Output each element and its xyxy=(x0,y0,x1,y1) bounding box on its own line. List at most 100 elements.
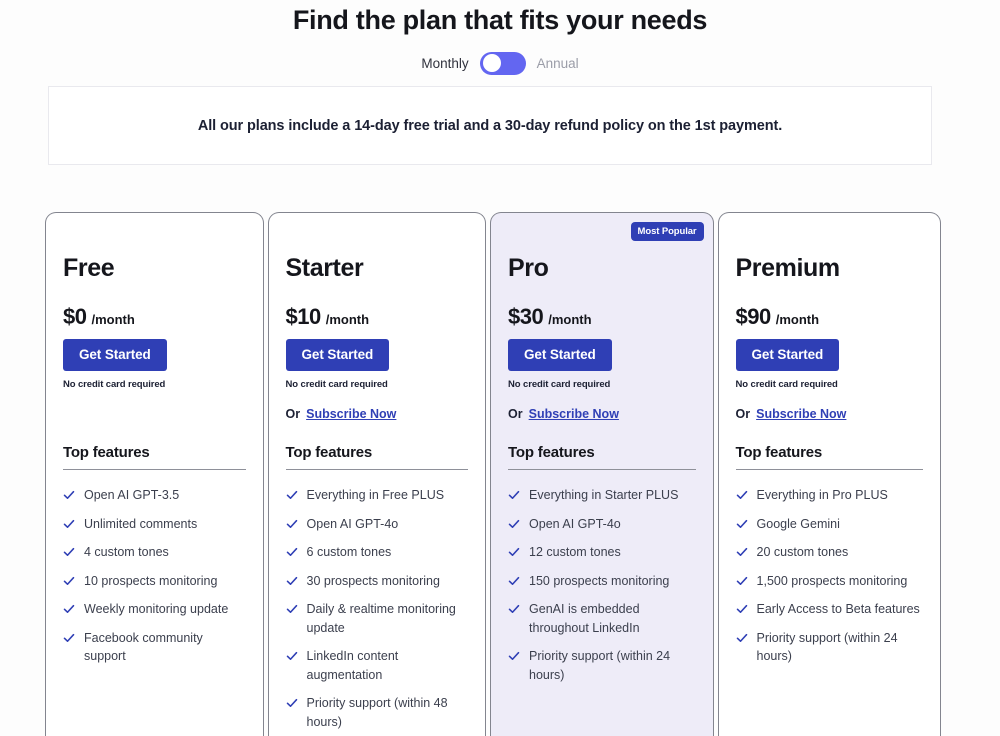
check-icon xyxy=(286,515,298,533)
top-features-heading: Top features xyxy=(285,444,469,470)
billing-annual-label[interactable]: Annual xyxy=(537,56,579,71)
check-icon xyxy=(736,486,748,504)
feature-item: 4 custom tones xyxy=(63,543,246,562)
plan-name: Pro xyxy=(508,254,549,282)
check-icon xyxy=(63,486,75,504)
plan-name: Free xyxy=(63,254,115,282)
feature-item: Priority support (within 24 hours) xyxy=(736,629,923,666)
plan-name: Starter xyxy=(285,254,364,282)
feature-label: Everything in Pro PLUS xyxy=(756,488,888,502)
feature-list: Open AI GPT-3.5 Unlimited comments 4 custo… xyxy=(63,486,246,666)
billing-toggle-knob xyxy=(482,54,501,72)
feature-item: 12 custom tones xyxy=(508,543,695,562)
feature-item: Open AI GPT-4o xyxy=(508,515,695,534)
subscribe-now-link[interactable]: Subscribe Now xyxy=(306,407,396,421)
subscribe-row: Or Subscribe Now xyxy=(508,407,695,423)
plan-price-row: $90/month xyxy=(736,304,923,330)
check-icon xyxy=(286,543,298,561)
pricing-card: Premium $90/month Get Started No credit car… xyxy=(717,212,941,736)
plan-price: $0 xyxy=(63,304,87,329)
plan-period: /month xyxy=(548,312,592,327)
billing-monthly-label[interactable]: Monthly xyxy=(421,56,468,71)
no-credit-card-note: No credit card required xyxy=(735,379,838,390)
no-credit-card-note: No credit card required xyxy=(285,379,388,390)
feature-list: Everything in Starter PLUS Open AI GPT-4o… xyxy=(508,486,695,684)
feature-item: Facebook community support xyxy=(63,629,246,666)
check-icon xyxy=(63,629,75,647)
feature-item: GenAI is embedded throughout LinkedIn xyxy=(508,600,695,637)
feature-label: 6 custom tones xyxy=(306,545,392,559)
plan-price-row: $10/month xyxy=(286,304,469,330)
check-icon xyxy=(508,543,520,561)
get-started-button[interactable]: Get Started xyxy=(508,339,612,371)
no-credit-card-note: No credit card required xyxy=(63,379,166,390)
billing-period-switcher: Monthly Annual xyxy=(0,51,1000,75)
feature-label: 20 custom tones xyxy=(756,545,849,559)
plan-name: Premium xyxy=(735,254,841,282)
check-icon xyxy=(286,600,298,618)
check-icon xyxy=(508,647,520,665)
check-icon xyxy=(736,543,748,561)
subscribe-row: Or Subscribe Now xyxy=(736,407,923,423)
feature-label: Open AI GPT-4o xyxy=(529,516,621,531)
or-label: Or xyxy=(735,407,751,421)
feature-item: 10 prospects monitoring xyxy=(63,572,246,591)
plan-price: $90 xyxy=(735,304,772,329)
check-icon xyxy=(63,572,75,590)
feature-list: Everything in Pro PLUS Google Gemini 20 cu… xyxy=(736,486,923,666)
feature-item: Priority support (within 24 hours) xyxy=(508,647,695,684)
feature-label: 150 prospects monitoring xyxy=(529,573,670,588)
feature-item: Priority support (within 48 hours) xyxy=(286,694,469,731)
feature-label: Daily & realtime monitoring update xyxy=(306,602,456,635)
feature-item: Daily & realtime monitoring update xyxy=(286,600,469,637)
plan-period: /month xyxy=(91,312,135,327)
subscribe-now-link[interactable]: Subscribe Now xyxy=(529,407,619,421)
feature-item: Weekly monitoring update xyxy=(63,600,246,619)
get-started-button[interactable]: Get Started xyxy=(285,339,390,371)
pricing-card: Starter $10/month Get Started No credit car… xyxy=(267,212,487,736)
feature-item: Everything in Pro PLUS xyxy=(736,486,923,505)
feature-item: 150 prospects monitoring xyxy=(508,572,695,591)
pricing-card: Free $0/month Get Started No credit card re… xyxy=(45,212,264,736)
check-icon xyxy=(508,515,520,533)
no-credit-card-note: No credit card required xyxy=(508,379,611,390)
feature-item: Early Access to Beta features xyxy=(736,600,923,619)
feature-label: Everything in Starter PLUS xyxy=(529,488,679,502)
most-popular-badge: Most Popular xyxy=(630,222,704,241)
feature-item: Unlimited comments xyxy=(63,515,246,534)
check-icon xyxy=(736,572,748,590)
check-icon xyxy=(286,647,298,665)
top-features-heading: Top features xyxy=(508,444,696,470)
feature-list: Everything in Free PLUS Open AI GPT-4o 6 c… xyxy=(286,486,469,731)
plan-price-row: $0/month xyxy=(63,304,246,330)
feature-label: Weekly monitoring update xyxy=(84,602,229,616)
feature-label: Early Access to Beta features xyxy=(756,602,920,616)
feature-label: 4 custom tones xyxy=(84,545,169,559)
plan-price-row: $30/month xyxy=(508,304,695,330)
get-started-button[interactable]: Get Started xyxy=(63,339,167,371)
feature-label: 10 prospects monitoring xyxy=(84,573,218,588)
check-icon xyxy=(286,486,298,504)
billing-toggle[interactable] xyxy=(479,51,526,75)
feature-item: Everything in Free PLUS xyxy=(286,486,469,505)
check-icon xyxy=(736,515,748,533)
subscribe-now-link[interactable]: Subscribe Now xyxy=(756,407,846,421)
feature-label: Facebook community support xyxy=(84,630,203,664)
page-title: Find the plan that fits your needs xyxy=(292,5,708,35)
top-features-heading: Top features xyxy=(735,444,923,470)
check-icon xyxy=(508,572,520,590)
feature-item: LinkedIn content augmentation xyxy=(286,647,469,684)
plan-price: $10 xyxy=(285,304,322,329)
plan-period: /month xyxy=(325,312,370,327)
or-label: Or xyxy=(285,407,301,421)
feature-label: Google Gemini xyxy=(756,516,840,531)
feature-item: Google Gemini xyxy=(736,515,923,534)
check-icon xyxy=(286,572,298,590)
check-icon xyxy=(63,543,75,561)
check-icon xyxy=(63,600,75,618)
check-icon xyxy=(508,486,520,504)
get-started-button[interactable]: Get Started xyxy=(735,339,840,371)
feature-label: Priority support (within 48 hours) xyxy=(306,696,448,729)
or-label: Or xyxy=(508,407,523,421)
check-icon xyxy=(508,600,520,618)
